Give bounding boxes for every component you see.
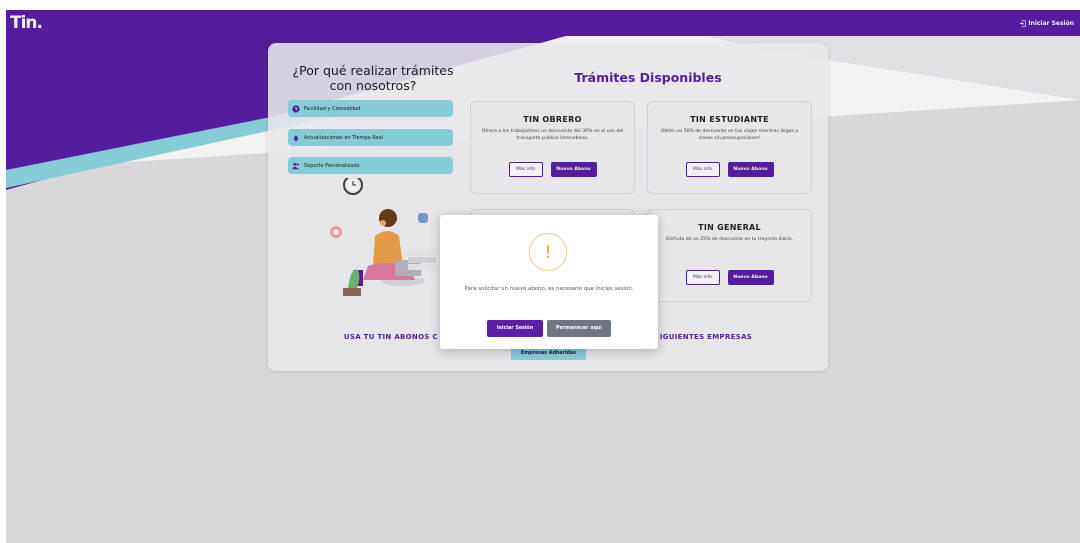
iniciar-sesion-button[interactable]: Iniciar Sesión bbox=[487, 320, 543, 337]
login-required-modal: ! Para solicitar un nuevo abono, es nece… bbox=[440, 215, 658, 349]
warning-icon: ! bbox=[529, 233, 567, 271]
permanecer-aqui-button[interactable]: Permanecer aquí bbox=[547, 320, 611, 337]
page: Tin. Iniciar Sesión ¿Por qué realizar tr… bbox=[6, 10, 1080, 543]
modal-message: Para solicitar un nuevo abono, es necesa… bbox=[464, 286, 634, 292]
